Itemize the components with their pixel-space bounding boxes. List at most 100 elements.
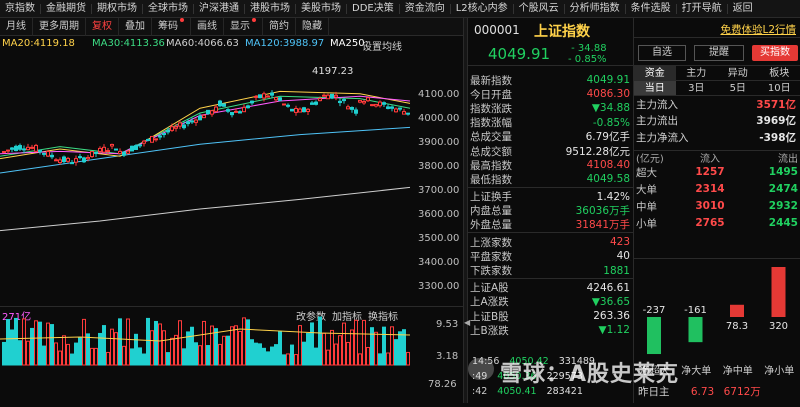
volume-bar bbox=[147, 318, 150, 365]
chips-button[interactable]: 筹码 bbox=[152, 18, 191, 36]
candle-body bbox=[115, 149, 118, 150]
fund-tabs: 资金 主力 异动 板块 bbox=[634, 66, 800, 81]
candle-body bbox=[175, 127, 178, 128]
nav-item[interactable]: 个股风云 bbox=[514, 0, 564, 18]
nav-item[interactable]: L2核心内参 bbox=[451, 0, 513, 18]
tab-3d[interactable]: 3日 bbox=[676, 81, 718, 95]
flow-out-value: 1495 bbox=[740, 166, 800, 178]
candle-body bbox=[247, 106, 250, 108]
quote-row-label: 上证换手 bbox=[470, 189, 512, 204]
flow-out-value: 2932 bbox=[740, 200, 800, 212]
nav-item[interactable]: 金融期货 bbox=[41, 0, 91, 18]
candle-body bbox=[127, 151, 130, 153]
tab-today[interactable]: 当日 bbox=[634, 81, 676, 95]
candle-body bbox=[103, 147, 106, 152]
flow-label: 主力流出 bbox=[636, 113, 678, 128]
volume-bar bbox=[163, 331, 166, 365]
nav-item[interactable]: 分析师指数 bbox=[565, 0, 625, 18]
volume-chart[interactable]: 9.53 3.18 78.26 bbox=[0, 306, 463, 403]
candle-body bbox=[27, 147, 30, 149]
nav-item[interactable]: 全球市场 bbox=[143, 0, 193, 18]
volume-bar bbox=[91, 348, 94, 365]
quote-row: 平盘家数40 bbox=[468, 249, 634, 263]
nav-item[interactable]: 美股市场 bbox=[296, 0, 346, 18]
candle-body bbox=[315, 102, 318, 104]
tab-anomaly[interactable]: 异动 bbox=[717, 66, 759, 80]
candle-body bbox=[391, 107, 394, 108]
volume-bar bbox=[383, 327, 386, 365]
adjust-button[interactable]: 复权 bbox=[86, 18, 119, 36]
vol-tick: 3.18 bbox=[436, 351, 458, 362]
add-watch-button[interactable]: 自选 bbox=[638, 45, 686, 61]
quote-row: 最新指数4049.91 bbox=[468, 73, 634, 87]
candlestick-chart[interactable]: 4100.00 4000.00 3900.00 3800.00 3700.00 … bbox=[0, 52, 463, 302]
volume-bar bbox=[95, 348, 98, 365]
volume-bar bbox=[83, 319, 86, 365]
free-l2-link[interactable]: 免费体验L2行情 bbox=[720, 22, 796, 37]
candle-body bbox=[259, 95, 262, 98]
nav-item[interactable]: 京指数 bbox=[0, 0, 40, 18]
action-buttons: 自选 提醒 买指数 bbox=[634, 38, 800, 66]
volume-bar bbox=[67, 344, 70, 365]
quote-row-label: 上证B股 bbox=[470, 309, 509, 324]
candle-body bbox=[95, 152, 98, 153]
y-tick: 3900.00 bbox=[418, 137, 459, 148]
overlay-button[interactable]: 叠加 bbox=[119, 18, 152, 36]
quote-row-label: 总成交额 bbox=[470, 144, 512, 159]
candle-body bbox=[195, 120, 198, 122]
volume-bar bbox=[315, 348, 318, 365]
volume-bar bbox=[211, 326, 214, 365]
volume-bar bbox=[155, 321, 158, 365]
tab-sector[interactable]: 板块 bbox=[759, 66, 800, 80]
candle-body bbox=[131, 146, 134, 151]
buy-index-button[interactable]: 买指数 bbox=[752, 45, 798, 61]
flow-table-row: 小单27652445 bbox=[634, 215, 800, 232]
vol-tick: 9.53 bbox=[436, 319, 458, 330]
candle-body bbox=[139, 145, 142, 146]
candle-body bbox=[19, 146, 22, 150]
quote-row: 上涨家数423 bbox=[468, 235, 634, 249]
nav-item[interactable]: DDE决策 bbox=[347, 0, 399, 18]
nav-item[interactable]: 条件选股 bbox=[626, 0, 676, 18]
period-month-button[interactable]: 月线 bbox=[0, 18, 33, 36]
volume-svg bbox=[0, 307, 463, 404]
volume-bar bbox=[115, 333, 118, 365]
volume-bar bbox=[231, 327, 234, 365]
simple-button[interactable]: 简约 bbox=[263, 18, 296, 36]
draw-line-button[interactable]: 画线 bbox=[191, 18, 224, 36]
nav-item[interactable]: 期权市场 bbox=[92, 0, 142, 18]
tab-funds[interactable]: 资金 bbox=[634, 66, 676, 80]
flow-label: 主力净流入 bbox=[636, 130, 689, 145]
ma-settings-link[interactable]: 设置均线 bbox=[362, 38, 402, 52]
candle-body bbox=[239, 112, 242, 113]
flow-row: 主力净流入-398亿 bbox=[634, 129, 800, 146]
alert-button[interactable]: 提醒 bbox=[694, 45, 744, 61]
quote-row-value: -0.85% bbox=[593, 117, 630, 129]
hide-button[interactable]: 隐藏 bbox=[296, 18, 329, 36]
volume-bar bbox=[75, 343, 78, 365]
display-button[interactable]: 显示 bbox=[224, 18, 263, 36]
volume-bar bbox=[395, 340, 398, 365]
tab-10d[interactable]: 10日 bbox=[759, 81, 800, 95]
candle-body bbox=[227, 110, 230, 112]
nav-item[interactable]: 返回 bbox=[728, 0, 758, 18]
candle-body bbox=[79, 157, 82, 158]
nav-item[interactable]: 港股市场 bbox=[245, 0, 295, 18]
quote-row: 上B涨跌▼1.12 bbox=[468, 323, 634, 337]
candle-body bbox=[287, 105, 290, 106]
tab-main[interactable]: 主力 bbox=[676, 66, 718, 80]
candle-body bbox=[15, 146, 18, 150]
volume-bar bbox=[23, 319, 26, 365]
candle-body bbox=[367, 98, 370, 101]
more-periods-button[interactable]: 更多周期 bbox=[33, 18, 86, 36]
nav-item[interactable]: 打开导航 bbox=[677, 0, 727, 18]
volume-bar bbox=[19, 341, 22, 365]
nav-item[interactable]: 沪深港通 bbox=[194, 0, 244, 18]
flow-in-value: 1257 bbox=[680, 166, 740, 178]
funds-top: 免费体验L2行情 bbox=[634, 18, 800, 38]
nav-item[interactable]: 资金流向 bbox=[400, 0, 450, 18]
funds-panel: 免费体验L2行情 自选 提醒 买指数 资金 主力 异动 板块 当日 3日 5日 … bbox=[634, 18, 800, 403]
candle-body bbox=[199, 116, 202, 120]
candle-body bbox=[303, 108, 306, 112]
tab-5d[interactable]: 5日 bbox=[717, 81, 759, 95]
